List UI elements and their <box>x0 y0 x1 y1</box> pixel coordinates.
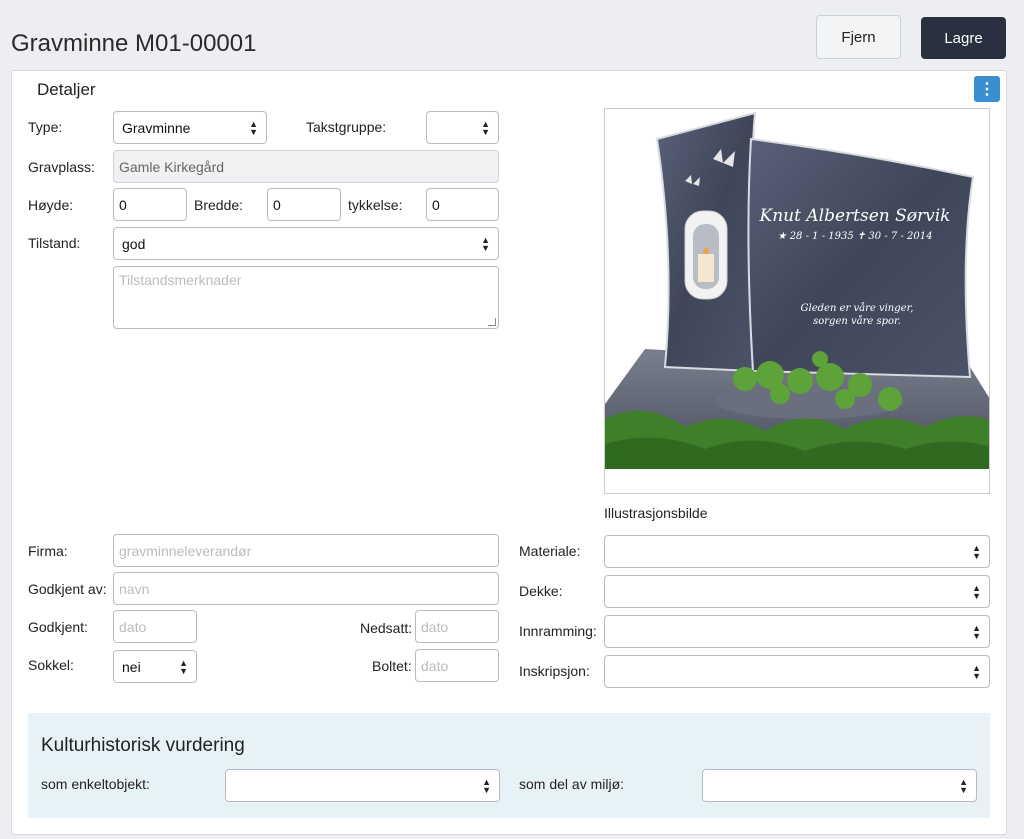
bredde-label: Bredde: <box>194 197 244 213</box>
type-select[interactable]: Gravminne ▲ ▼ <box>113 111 267 144</box>
engraving-verse-1: Gleden er våre vinger, <box>801 302 914 314</box>
select-caret-icon: ▲ ▼ <box>179 657 188 676</box>
miljo-label: som del av miljø: <box>519 776 625 792</box>
resize-handle-icon[interactable] <box>488 318 496 326</box>
save-button[interactable]: Lagre <box>921 17 1006 59</box>
page-title: Gravminne M01-00001 <box>11 30 257 57</box>
type-value: Gravminne <box>122 119 191 136</box>
kultur-section <box>28 713 990 818</box>
tykkelse-input[interactable]: 0 <box>426 188 499 221</box>
godkjent-av-placeholder: navn <box>119 580 150 597</box>
gravestone-illustration: Knut Albertsen Sørvik ★ 28 - 1 - 1935 ✝ … <box>605 111 989 493</box>
nedsatt-placeholder: dato <box>421 618 449 635</box>
kebab-icon[interactable]: ⋮ <box>974 76 1000 102</box>
bredde-input[interactable]: 0 <box>267 188 341 221</box>
sokkel-label: Sokkel: <box>28 657 74 673</box>
sokkel-select[interactable]: nei ▲ ▼ <box>113 650 197 683</box>
firma-input[interactable]: gravminneleverandør <box>113 534 499 567</box>
tilstand-label: Tilstand: <box>28 235 81 251</box>
select-caret-icon: ▲ ▼ <box>249 118 258 137</box>
kultur-title: Kulturhistorisk vurdering <box>41 735 245 756</box>
tilstand-select[interactable]: god ▲ ▼ <box>113 227 499 260</box>
illustration-image: Knut Albertsen Sørvik ★ 28 - 1 - 1935 ✝ … <box>604 108 990 494</box>
select-caret-icon: ▲ ▼ <box>972 662 981 681</box>
select-caret-icon: ▲ ▼ <box>482 776 491 795</box>
section-title-detaljer: Detaljer <box>37 80 96 99</box>
takstgruppe-label: Takstgruppe: <box>306 119 387 135</box>
dekke-label: Dekke: <box>519 583 563 599</box>
hoyde-label: Høyde: <box>28 197 74 213</box>
sokkel-value: nei <box>122 658 141 675</box>
gravplass-field: Gamle Kirkegård <box>113 150 499 183</box>
select-caret-icon: ▲ ▼ <box>481 118 490 137</box>
remove-button[interactable]: Fjern <box>816 15 901 59</box>
godkjent-placeholder: dato <box>119 618 147 635</box>
bredde-value: 0 <box>273 196 281 213</box>
nedsatt-label: Nedsatt: <box>360 620 413 636</box>
tilstand-notes-placeholder: Tilstandsmerknader <box>119 272 242 288</box>
select-caret-icon: ▲ ▼ <box>972 582 981 601</box>
engraving-verse-2: sorgen våre spor. <box>813 315 901 327</box>
boltet-placeholder: dato <box>421 657 449 674</box>
materiale-select[interactable]: ▲ ▼ <box>604 535 990 568</box>
engraving-dates: ★ 28 - 1 - 1935 ✝ 30 - 7 - 2014 <box>778 231 933 242</box>
inskripsjon-label: Inskripsjon: <box>519 663 590 679</box>
firma-placeholder: gravminneleverandør <box>119 542 252 559</box>
hoyde-value: 0 <box>119 196 127 213</box>
nedsatt-date-input[interactable]: dato <box>415 610 499 643</box>
tilstand-notes-textarea[interactable]: Tilstandsmerknader <box>113 266 499 329</box>
tykkelse-label: tykkelse: <box>348 197 403 213</box>
gravplass-label: Gravplass: <box>28 159 95 175</box>
select-caret-icon: ▲ ▼ <box>481 234 490 253</box>
godkjent-label: Godkjent: <box>28 619 88 635</box>
inskripsjon-select[interactable]: ▲ ▼ <box>604 655 990 688</box>
godkjent-av-label: Godkjent av: <box>28 581 107 597</box>
takstgruppe-select[interactable]: ▲ ▼ <box>426 111 499 144</box>
dekke-select[interactable]: ▲ ▼ <box>604 575 990 608</box>
enkeltobjekt-select[interactable]: ▲ ▼ <box>225 769 500 802</box>
innramming-label: Innramming: <box>519 623 597 639</box>
gravplass-value: Gamle Kirkegård <box>119 158 225 175</box>
enkeltobjekt-label: som enkeltobjekt: <box>41 776 150 792</box>
image-caption: Illustrasjonsbilde <box>604 505 708 521</box>
engraving-name: Knut Albertsen Sørvik <box>759 206 951 226</box>
godkjent-av-input[interactable]: navn <box>113 572 499 605</box>
innramming-select[interactable]: ▲ ▼ <box>604 615 990 648</box>
boltet-date-input[interactable]: dato <box>415 649 499 682</box>
select-caret-icon: ▲ ▼ <box>959 776 968 795</box>
select-caret-icon: ▲ ▼ <box>972 622 981 641</box>
materiale-label: Materiale: <box>519 543 581 559</box>
boltet-label: Boltet: <box>372 658 412 674</box>
hoyde-input[interactable]: 0 <box>113 188 187 221</box>
firma-label: Firma: <box>28 543 68 559</box>
type-label: Type: <box>28 119 63 135</box>
tykkelse-value: 0 <box>432 196 440 213</box>
miljo-select[interactable]: ▲ ▼ <box>702 769 977 802</box>
select-caret-icon: ▲ ▼ <box>972 542 981 561</box>
godkjent-date-input[interactable]: dato <box>113 610 197 643</box>
tilstand-value: god <box>122 235 146 252</box>
